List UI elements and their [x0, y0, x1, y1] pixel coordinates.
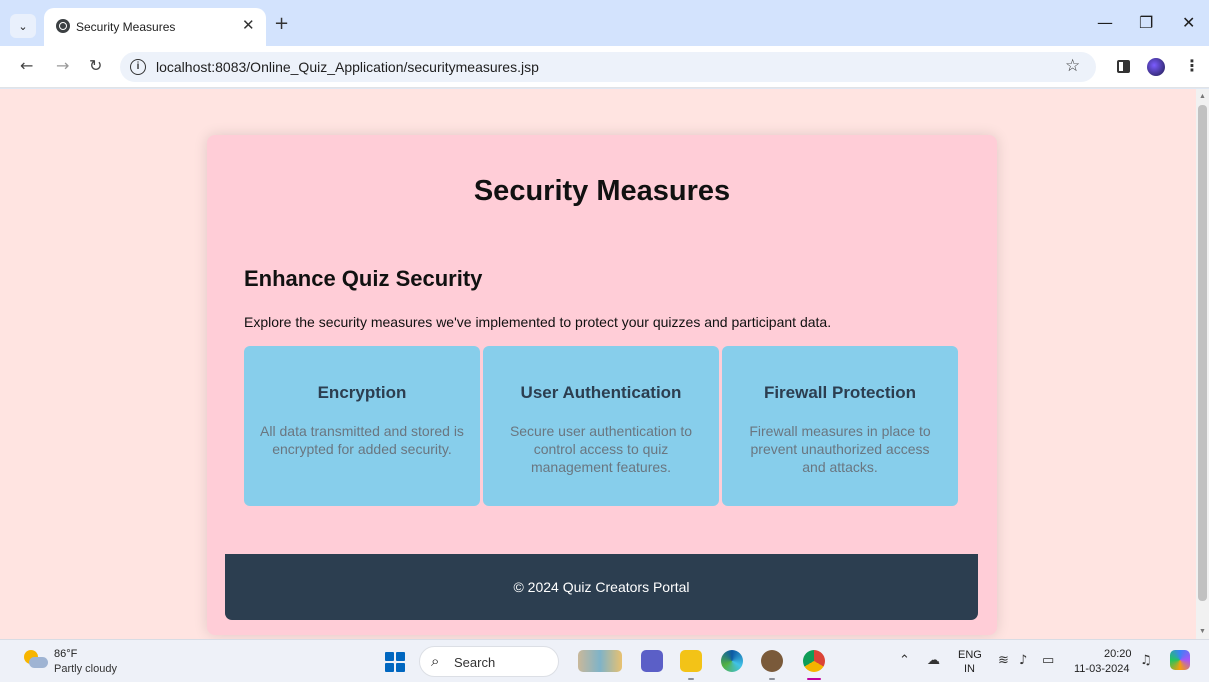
tab-security-measures[interactable]: Security Measures ✕	[44, 8, 266, 46]
chrome-icon[interactable]	[803, 650, 825, 672]
app-icon[interactable]	[761, 650, 783, 672]
file-explorer-icon[interactable]	[680, 650, 702, 672]
window-close-icon[interactable]: ✕	[1182, 13, 1195, 32]
chevron-up-icon[interactable]: ⌃	[899, 653, 910, 668]
address-bar[interactable]: i localhost:8083/Online_Quiz_Application…	[120, 52, 1096, 82]
feature-text: Secure user authentication to control ac…	[509, 423, 693, 475]
feature-text: Firewall measures in place to prevent un…	[749, 423, 931, 475]
search-label: Search	[454, 655, 496, 670]
battery-icon[interactable]: ▭	[1042, 653, 1054, 668]
scroll-down-arrow-icon[interactable]: ▼	[1199, 628, 1206, 635]
tab-search-chevron-down-icon[interactable]: ⌄	[10, 14, 36, 38]
scroll-up-arrow-icon[interactable]: ▲	[1199, 93, 1206, 100]
search-icon: ⌕	[431, 652, 440, 670]
forward-arrow-icon[interactable]: →	[56, 56, 69, 75]
language-indicator[interactable]: ENG	[958, 649, 982, 661]
info-icon[interactable]: i	[130, 59, 146, 75]
url-text[interactable]: localhost:8083/Online_Quiz_Application/s…	[156, 59, 539, 75]
onedrive-cloud-icon[interactable]: ☁	[927, 653, 940, 668]
page-footer: © 2024 Quiz Creators Portal	[225, 554, 978, 620]
active-app-indicator	[807, 678, 821, 680]
volume-icon[interactable]: ♪	[1019, 653, 1027, 668]
teams-icon[interactable]	[641, 650, 663, 672]
weather-temperature[interactable]: 86°F	[54, 648, 77, 660]
app-running-indicator	[769, 678, 775, 680]
star-icon[interactable]: ☆	[1065, 56, 1080, 76]
feature-card-user-authentication: User Authentication Secure user authenti…	[483, 346, 719, 506]
main-container: Security Measures Enhance Quiz Security …	[207, 135, 997, 635]
profile-avatar-icon[interactable]	[1147, 58, 1165, 76]
browser-toolbar: ← → ↻ i localhost:8083/Online_Quiz_Appli…	[0, 46, 1209, 88]
vertical-scrollbar[interactable]: ▲ ▼	[1196, 89, 1209, 639]
close-icon[interactable]: ✕	[242, 16, 255, 34]
taskbar: 86°F Partly cloudy ⌕ Search ⌃ ☁ ENG IN ≋…	[0, 639, 1209, 682]
windows-start-icon[interactable]	[385, 652, 405, 672]
edge-icon[interactable]	[721, 650, 743, 672]
scroll-thumb[interactable]	[1198, 105, 1207, 601]
taskbar-search-box[interactable]: ⌕ Search	[419, 646, 559, 677]
kebab-menu-icon[interactable]: ⋮	[1184, 56, 1200, 75]
weather-description[interactable]: Partly cloudy	[54, 663, 117, 675]
feature-text: All data transmitted and stored is encry…	[260, 423, 464, 457]
restore-icon[interactable]: ❐	[1139, 13, 1153, 32]
page-title: Security Measures	[473, 175, 731, 207]
app-running-indicator	[688, 678, 694, 680]
new-tab-plus-icon[interactable]: +	[274, 13, 289, 34]
footer-text: © 2024 Quiz Creators Portal	[513, 579, 690, 595]
reload-icon[interactable]: ↻	[89, 56, 102, 75]
language-region[interactable]: IN	[964, 663, 975, 675]
notification-bell-icon[interactable]: ♫	[1140, 653, 1152, 668]
feature-title: Encryption	[317, 383, 407, 402]
clock-time[interactable]: 20:20	[1104, 648, 1132, 660]
globe-icon	[56, 19, 70, 33]
weather-partly-cloudy-icon[interactable]	[24, 650, 48, 672]
page-viewport: Security Measures Enhance Quiz Security …	[0, 89, 1196, 639]
side-panel-icon[interactable]	[1117, 60, 1130, 73]
wifi-icon[interactable]: ≋	[998, 653, 1009, 668]
feature-title: User Authentication	[520, 383, 682, 402]
tab-title: Security Measures	[76, 20, 176, 34]
clock-date[interactable]: 11-03-2024	[1074, 663, 1129, 675]
copilot-icon[interactable]	[1170, 650, 1190, 670]
feature-title: Firewall Protection	[763, 383, 917, 402]
widgets-icon[interactable]	[578, 650, 622, 672]
section-description: Explore the security measures we've impl…	[244, 314, 832, 330]
minimize-icon[interactable]: —	[1097, 13, 1113, 32]
section-title: Enhance Quiz Security	[244, 266, 483, 291]
feature-card-firewall-protection: Firewall Protection Firewall measures in…	[722, 346, 958, 506]
browser-tab-strip: ⌄ Security Measures ✕ + — ❐ ✕	[0, 0, 1209, 46]
back-arrow-icon[interactable]: ←	[20, 56, 33, 75]
feature-card-encryption: Encryption All data transmitted and stor…	[244, 346, 480, 506]
